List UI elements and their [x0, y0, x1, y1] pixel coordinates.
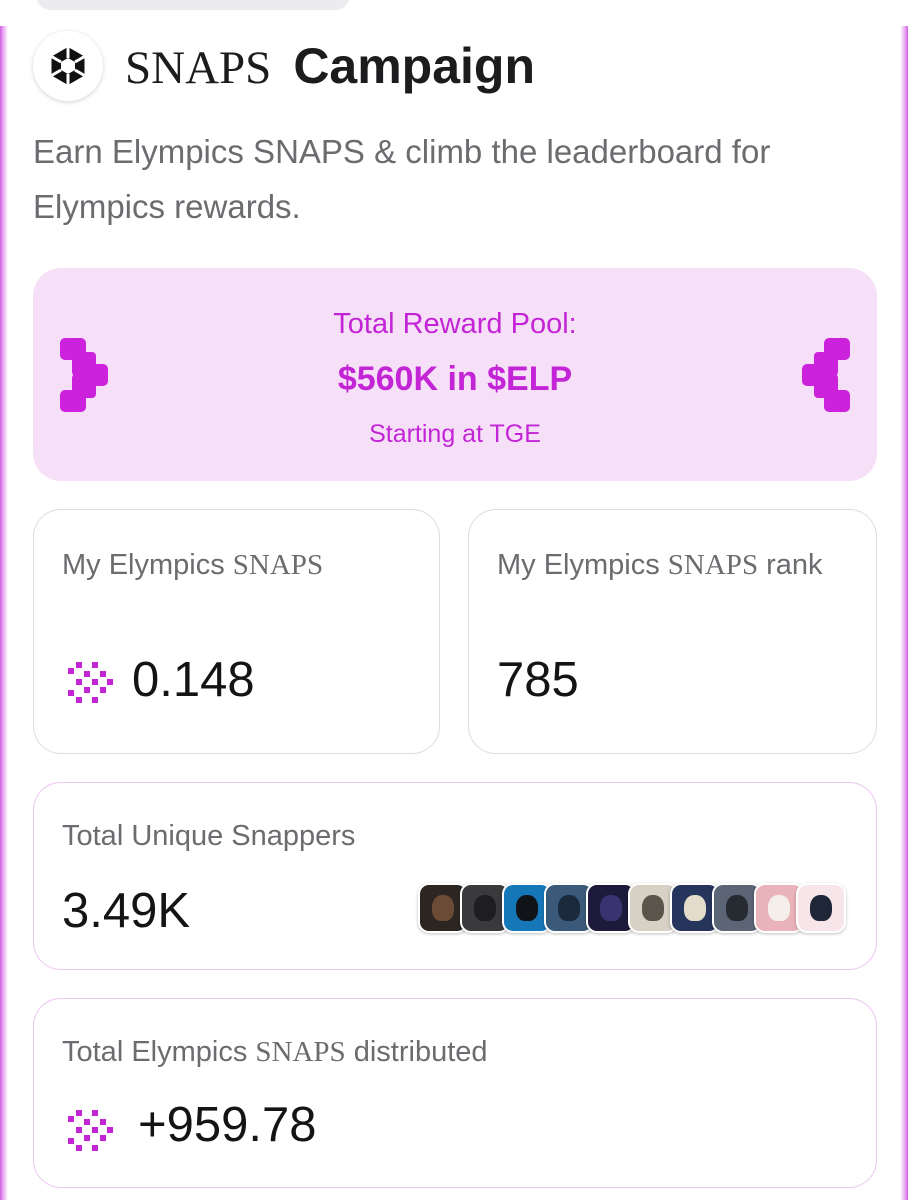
title-campaign: Campaign [293, 38, 536, 94]
snaps-dots-icon [68, 1110, 113, 1151]
distributed-value: +959.78 [138, 1098, 317, 1152]
my-snaps-card: My Elympics SNAPS 0.148 [33, 509, 440, 754]
page-title: SNAPS Campaign [125, 37, 535, 95]
page-border-right [900, 26, 908, 1200]
my-rank-card: My Elympics SNAPS rank 785 [468, 509, 877, 754]
avatar-face [516, 895, 538, 921]
my-rank-label-prefix: My Elympics [497, 549, 660, 581]
my-snaps-label-prefix: My Elympics [62, 549, 225, 581]
reward-pool-banner: Total Reward Pool: $560K in $ELP Startin… [33, 268, 877, 481]
my-snaps-value: 0.148 [132, 653, 255, 707]
avatar-face [726, 895, 748, 921]
page-subtitle: Earn Elympics SNAPS & climb the leaderbo… [33, 133, 771, 225]
page-header: SNAPS Campaign [33, 30, 535, 102]
distributed-label-prefix: Total Elympics [62, 1036, 248, 1068]
my-rank-label-brand: SNAPS [667, 549, 759, 581]
snapper-avatars [418, 883, 846, 933]
unique-snappers-label: Total Unique Snappers [62, 820, 356, 852]
distributed-label-brand: SNAPS [255, 1036, 346, 1068]
unique-snappers-value: 3.49K [62, 884, 191, 938]
snaps-dots-icon [68, 662, 113, 703]
pixel-connector-icon [802, 338, 850, 412]
snapper-avatar [796, 883, 846, 933]
my-snaps-label-brand: SNAPS [232, 549, 324, 581]
distributed-card: Total Elympics SNAPS distributed +959.78 [33, 998, 877, 1188]
avatar-face [432, 895, 454, 921]
my-snaps-label: My Elympics SNAPS [62, 542, 323, 588]
avatar-face [474, 895, 496, 921]
reward-pool-amount: $560K in $ELP [337, 360, 573, 398]
avatar-face [810, 895, 832, 921]
unique-snappers-card: Total Unique Snappers 3.49K [33, 782, 877, 970]
page-border-left [0, 26, 8, 1200]
my-rank-label: My Elympics SNAPS rank [497, 542, 837, 588]
distributed-label-suffix: distributed [353, 1036, 488, 1068]
my-rank-value: 785 [497, 653, 579, 707]
avatar-face [642, 895, 664, 921]
avatar-face [600, 895, 622, 921]
title-brand: SNAPS [125, 42, 272, 94]
avatar-face [558, 895, 580, 921]
top-scroll-pill [36, 0, 350, 10]
my-rank-label-suffix: rank [766, 549, 823, 581]
avatar-face [768, 895, 790, 921]
distributed-label: Total Elympics SNAPS distributed [62, 1029, 488, 1075]
elympics-logo-icon [33, 31, 103, 101]
reward-pool-label: Total Reward Pool: [333, 308, 577, 340]
avatar-face [684, 895, 706, 921]
reward-pool-start: Starting at TGE [369, 420, 541, 448]
